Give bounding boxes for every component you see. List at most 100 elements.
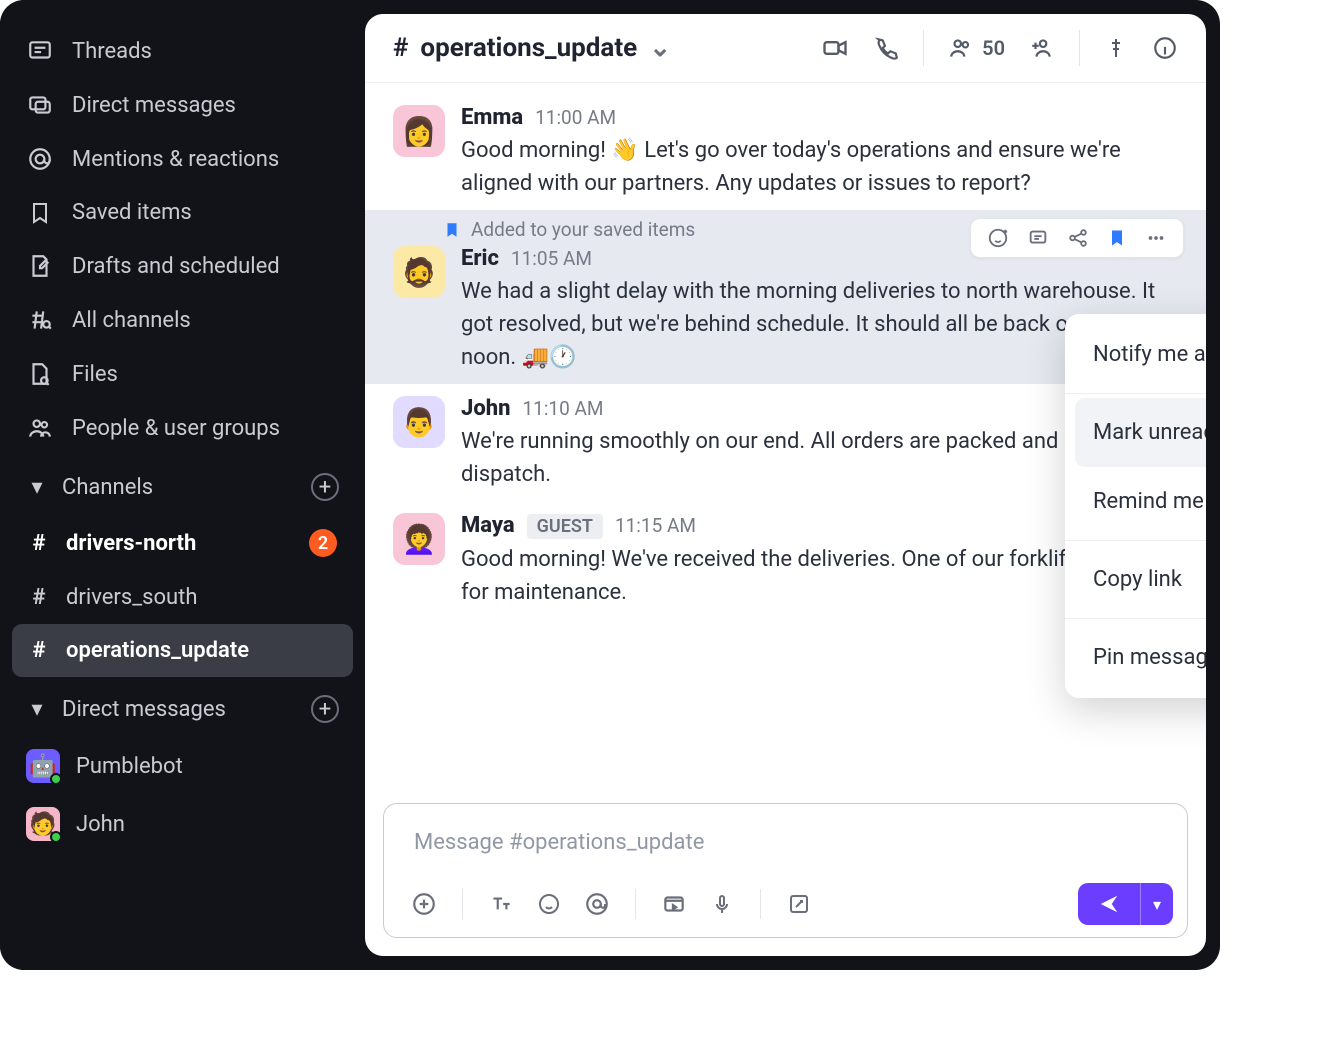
message-input[interactable]: Message #operations_update (384, 804, 1187, 875)
video-call-button[interactable] (821, 34, 849, 62)
drafts-icon (26, 253, 54, 279)
timestamp: 11:15 AM (615, 514, 696, 537)
nav-direct-messages[interactable]: Direct messages (12, 78, 353, 132)
app-root: Threads Direct messages Mentions & react… (0, 0, 1220, 970)
dm-pumblebot[interactable]: 🤖 Pumblebot (12, 737, 353, 795)
channel-name: operations_update (66, 638, 249, 663)
nav-mentions[interactable]: Mentions & reactions (12, 132, 353, 186)
message-context-menu: Notify me about new replies Mark unread … (1065, 314, 1206, 698)
dm-name: John (76, 812, 125, 837)
message-hover-toolbar (970, 218, 1184, 258)
unread-badge: 2 (309, 529, 337, 557)
presence-indicator (50, 773, 62, 785)
nav-threads[interactable]: Threads (12, 24, 353, 78)
send-options-button[interactable]: ▾ (1140, 883, 1173, 925)
menu-remind-me[interactable]: Remind me about this› (1065, 467, 1206, 536)
saved-banner-text: Added to your saved items (471, 218, 695, 241)
sender-name: Eric (461, 246, 499, 271)
separator (462, 889, 463, 919)
channel-header: # operations_update ⌄ 50 (365, 14, 1206, 83)
hash-icon: # (28, 531, 50, 556)
people-icon (26, 415, 54, 441)
nav-label: Drafts and scheduled (72, 254, 280, 279)
dm-section-header[interactable]: ▾ Direct messages + (12, 677, 353, 737)
mention-button[interactable] (581, 891, 613, 917)
nav-label: All channels (72, 308, 191, 333)
avatar: 🧔 (393, 246, 445, 298)
timestamp: 11:05 AM (511, 247, 592, 270)
menu-pin-message[interactable]: Pin message (1065, 623, 1206, 692)
menu-copy-link[interactable]: Copy link (1065, 545, 1206, 614)
member-count-button[interactable]: 50 (948, 35, 1005, 61)
add-dm-button[interactable]: + (311, 695, 339, 723)
sender-name: Maya (461, 513, 515, 538)
dm-john[interactable]: 🧑 John (12, 795, 353, 853)
nav-label: Saved items (72, 200, 192, 225)
separator (1065, 393, 1206, 394)
sidebar: Threads Direct messages Mentions & react… (0, 0, 365, 970)
add-channel-button[interactable]: + (311, 473, 339, 501)
audio-clip-button[interactable] (706, 892, 738, 916)
composer-toolbar: ▾ (384, 875, 1187, 937)
nav-label: People & user groups (72, 416, 280, 441)
shortcut-button[interactable] (783, 892, 815, 916)
channel-drivers-south[interactable]: # drivers_south (12, 571, 353, 624)
files-icon (26, 361, 54, 387)
presence-indicator (50, 831, 62, 843)
attach-button[interactable] (408, 891, 440, 917)
chevron-down-icon: ⌄ (649, 33, 671, 63)
add-reaction-button[interactable] (987, 227, 1009, 249)
reply-thread-button[interactable] (1027, 227, 1049, 249)
sender-name: John (461, 396, 510, 421)
channel-title-button[interactable]: # operations_update ⌄ (393, 33, 671, 63)
channel-drivers-north[interactable]: # drivers-north 2 (12, 515, 353, 571)
member-count: 50 (982, 36, 1005, 60)
avatar: 👩‍🦱 (393, 513, 445, 565)
mentions-icon (26, 146, 54, 172)
separator (1065, 618, 1206, 619)
avatar: 🤖 (26, 749, 60, 783)
channel-operations-update[interactable]: # operations_update (12, 624, 353, 677)
format-button[interactable] (485, 891, 517, 917)
emoji-button[interactable] (533, 892, 565, 916)
nav-label: Direct messages (72, 93, 236, 118)
nav-people[interactable]: People & user groups (12, 401, 353, 455)
main-panel: # operations_update ⌄ 50 👩 (365, 14, 1206, 956)
menu-notify-replies[interactable]: Notify me about new replies (1065, 320, 1206, 389)
menu-mark-unread[interactable]: Mark unread (1075, 398, 1206, 467)
send-button[interactable] (1078, 883, 1140, 925)
video-clip-button[interactable] (658, 891, 690, 917)
nav-saved-items[interactable]: Saved items (12, 186, 353, 239)
hash-icon: # (393, 33, 408, 63)
channel-name: drivers-north (66, 531, 196, 556)
nav-drafts[interactable]: Drafts and scheduled (12, 239, 353, 293)
nav-all-channels[interactable]: All channels (12, 293, 353, 347)
hash-icon: # (28, 585, 50, 610)
avatar: 👨 (393, 396, 445, 448)
dm-name: Pumblebot (76, 754, 183, 779)
add-member-button[interactable] (1029, 35, 1055, 61)
channels-section-header[interactable]: ▾ Channels + (12, 455, 353, 515)
info-button[interactable] (1152, 35, 1178, 61)
separator (1079, 30, 1080, 66)
chevron-down-icon: ▾ (26, 697, 48, 722)
separator (760, 889, 761, 919)
nav-label: Threads (72, 39, 152, 64)
pin-button[interactable] (1104, 36, 1128, 60)
section-label: Direct messages (62, 697, 226, 722)
timestamp: 11:00 AM (535, 106, 616, 129)
threads-icon (26, 38, 54, 64)
more-actions-button[interactable] (1145, 227, 1167, 249)
bookmark-icon (443, 221, 461, 239)
share-button[interactable] (1067, 227, 1089, 249)
channel-title: operations_update (420, 33, 637, 63)
message-composer: Message #operations_update ▾ (383, 803, 1188, 938)
nav-files[interactable]: Files (12, 347, 353, 401)
chevron-down-icon: ▾ (26, 475, 48, 500)
bookmark-button[interactable] (1107, 228, 1127, 248)
sender-name: Emma (461, 105, 523, 130)
phone-call-button[interactable] (873, 35, 899, 61)
message: 👩 Emma 11:00 AM Good morning! 👋 Let's go… (365, 93, 1206, 210)
bookmark-icon (26, 201, 54, 225)
send-button-group: ▾ (1078, 883, 1173, 925)
